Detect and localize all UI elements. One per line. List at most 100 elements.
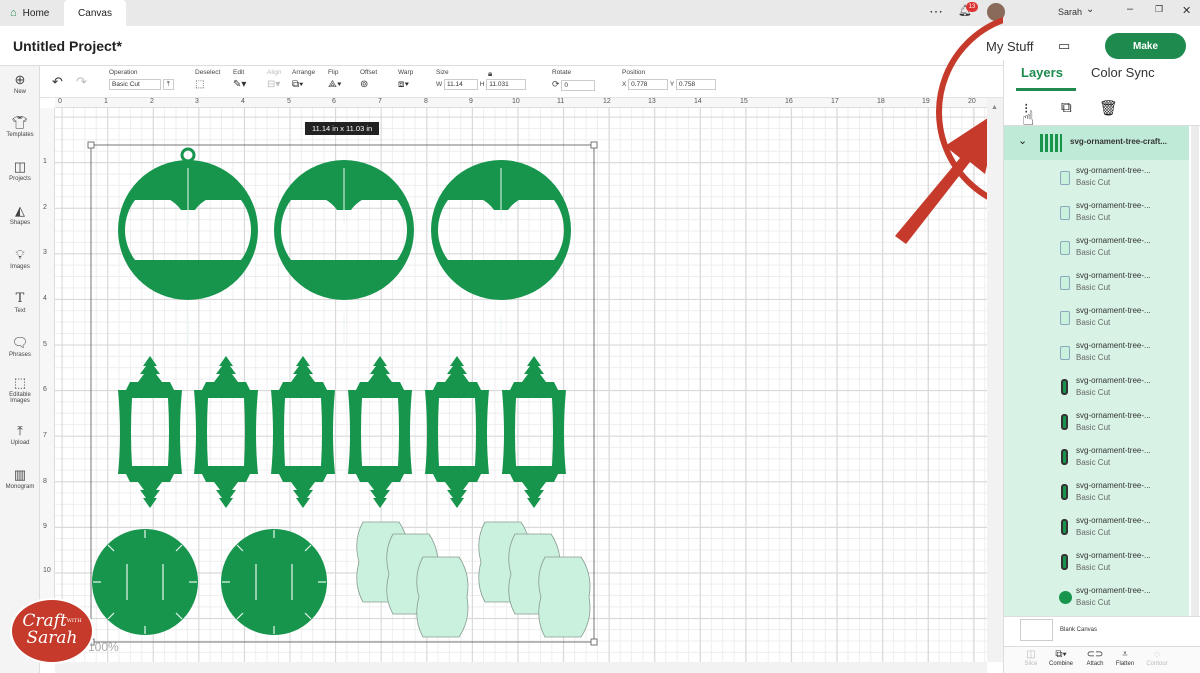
disc-piece[interactable] bbox=[91, 528, 199, 636]
layer-row[interactable]: svg-ornament-tree-... Basic Cut bbox=[1004, 265, 1189, 300]
lantern-swatch-icon[interactable] bbox=[1061, 414, 1068, 430]
card-swatch-icon[interactable] bbox=[1060, 276, 1070, 290]
close-icon[interactable]: ✕ bbox=[1182, 4, 1191, 17]
layer-list: ⌄ svg-ornament-tree-craft... svg-ornamen… bbox=[1004, 126, 1189, 616]
attach-icon: ⊂⊃ bbox=[1086, 649, 1104, 660]
layers-panel: Layers Color Sync ⁝ ☝︎ ⧉ 🗑︎ ⌄ svg-orname… bbox=[1003, 60, 1200, 673]
layer-operation: Basic Cut bbox=[1076, 423, 1111, 432]
ornament-piece[interactable] bbox=[430, 159, 572, 347]
lantern-swatch-icon[interactable] bbox=[1061, 554, 1068, 570]
card-piece[interactable] bbox=[538, 556, 591, 638]
layer-operation: Basic Cut bbox=[1076, 178, 1111, 187]
disc-piece[interactable] bbox=[220, 528, 328, 636]
layer-row[interactable]: svg-ornament-tree-... Basic Cut bbox=[1004, 510, 1189, 545]
slice-icon: ◫ bbox=[1026, 649, 1036, 660]
layer-operation: Basic Cut bbox=[1076, 213, 1111, 222]
ornament-piece[interactable] bbox=[117, 159, 259, 347]
layer-row[interactable]: svg-ornament-tree-... Basic Cut bbox=[1004, 580, 1189, 615]
zoom-level[interactable]: 100% bbox=[88, 640, 119, 654]
layer-name: svg-ornament-tree-... bbox=[1076, 586, 1151, 595]
layer-operation: Basic Cut bbox=[1076, 458, 1111, 467]
combine-button[interactable]: ⧉▾ Combine bbox=[1044, 649, 1078, 667]
bottom-tools: ◫ Slice ⧉▾ Combine ⊂⊃ Attach ⩡ Flatten ◌ Cont… bbox=[1004, 646, 1200, 673]
slice-button[interactable]: ◫ Slice bbox=[1014, 649, 1048, 667]
save-icon[interactable]: ▭ bbox=[1058, 38, 1070, 54]
card-swatch-icon[interactable] bbox=[1060, 206, 1070, 220]
layer-row[interactable]: svg-ornament-tree-... Basic Cut bbox=[1004, 160, 1189, 195]
chevron-down-icon[interactable]: ⌄ bbox=[1086, 4, 1094, 15]
layer-name: svg-ornament-tree-... bbox=[1076, 481, 1151, 490]
user-name[interactable]: Sarah bbox=[1058, 7, 1082, 17]
contour-icon: ◌ bbox=[1154, 649, 1160, 660]
layer-row[interactable]: svg-ornament-tree-... Basic Cut bbox=[1004, 195, 1189, 230]
contour-button[interactable]: ◌ Contour bbox=[1140, 649, 1174, 667]
card-swatch-icon[interactable] bbox=[1060, 311, 1070, 325]
layer-operation: Basic Cut bbox=[1076, 283, 1111, 292]
attach-button[interactable]: ⊂⊃ Attach bbox=[1078, 649, 1112, 667]
annotation-arrow bbox=[895, 110, 1000, 244]
layer-row[interactable]: svg-ornament-tree-... Basic Cut bbox=[1004, 230, 1189, 265]
layer-row[interactable]: svg-ornament-tree-... Basic Cut bbox=[1004, 335, 1189, 370]
vertical-scrollbar[interactable]: ▲ bbox=[987, 98, 1003, 662]
layer-row[interactable]: svg-ornament-tree-... Basic Cut bbox=[1004, 405, 1189, 440]
layer-name: svg-ornament-tree-... bbox=[1076, 411, 1151, 420]
circle-swatch-icon[interactable] bbox=[1059, 591, 1072, 604]
lantern-swatch-icon[interactable] bbox=[1061, 449, 1068, 465]
layer-row[interactable]: svg-ornament-tree-... Basic Cut bbox=[1004, 370, 1189, 405]
blank-canvas-row[interactable]: Blank Canvas bbox=[1004, 616, 1200, 646]
group-thumbnail bbox=[1040, 134, 1062, 152]
layer-name: svg-ornament-tree-... bbox=[1076, 201, 1151, 210]
layer-group-row[interactable]: ⌄ svg-ornament-tree-craft... bbox=[1004, 126, 1189, 160]
trash-icon[interactable]: 🗑︎ bbox=[1099, 99, 1118, 117]
layer-operation: Basic Cut bbox=[1076, 528, 1111, 537]
lantern-swatch-icon[interactable] bbox=[1061, 519, 1068, 535]
blank-canvas-swatch[interactable] bbox=[1020, 619, 1053, 641]
lantern-piece[interactable] bbox=[194, 356, 258, 508]
card-swatch-icon[interactable] bbox=[1060, 346, 1070, 360]
horizontal-scrollbar[interactable] bbox=[55, 662, 987, 673]
combine-icon: ⧉▾ bbox=[1055, 649, 1067, 660]
duplicate-icon[interactable]: ⧉ bbox=[1061, 99, 1072, 116]
layer-name: svg-ornament-tree-... bbox=[1076, 551, 1151, 560]
layer-operation: Basic Cut bbox=[1076, 563, 1111, 572]
make-button[interactable]: Make bbox=[1105, 33, 1186, 59]
flatten-icon: ⩡ bbox=[1122, 649, 1128, 660]
maximize-icon[interactable]: ❐ bbox=[1155, 4, 1163, 15]
craft-with-sarah-logo: CraftWITH Sarah bbox=[10, 598, 94, 664]
lantern-piece[interactable] bbox=[118, 356, 182, 508]
lantern-swatch-icon[interactable] bbox=[1061, 379, 1068, 395]
layer-list-scrollbar[interactable] bbox=[1191, 126, 1199, 616]
lantern-piece[interactable] bbox=[502, 356, 566, 508]
layer-name: svg-ornament-tree-... bbox=[1076, 166, 1151, 175]
layer-operation: Basic Cut bbox=[1076, 598, 1111, 607]
layer-operation: Basic Cut bbox=[1076, 353, 1111, 362]
lantern-piece[interactable] bbox=[348, 356, 412, 508]
layer-name: svg-ornament-tree-... bbox=[1076, 341, 1151, 350]
lantern-swatch-icon[interactable] bbox=[1061, 484, 1068, 500]
layer-row[interactable]: svg-ornament-tree-... Basic Cut bbox=[1004, 545, 1189, 580]
layer-row[interactable]: svg-ornament-tree-... Basic Cut bbox=[1004, 300, 1189, 335]
minimize-icon[interactable]: – bbox=[1127, 3, 1133, 15]
layer-operation: Basic Cut bbox=[1076, 248, 1111, 257]
tab-layers[interactable]: Layers bbox=[1021, 65, 1063, 80]
chevron-down-icon[interactable]: ⌄ bbox=[1018, 134, 1027, 147]
layer-row[interactable]: svg-ornament-tree-... Basic Cut bbox=[1004, 475, 1189, 510]
blank-canvas-label: Blank Canvas bbox=[1060, 627, 1098, 633]
layer-tools: ⁝ ☝︎ ⧉ 🗑︎ bbox=[1004, 92, 1200, 130]
layer-row[interactable]: svg-ornament-tree-... Basic Cut bbox=[1004, 440, 1189, 475]
layer-name: svg-ornament-tree-... bbox=[1076, 376, 1151, 385]
card-piece[interactable] bbox=[416, 556, 469, 638]
active-tab-indicator bbox=[1016, 88, 1076, 91]
card-swatch-icon[interactable] bbox=[1060, 241, 1070, 255]
layer-name: svg-ornament-tree-... bbox=[1076, 236, 1151, 245]
layer-name: svg-ornament-tree-... bbox=[1076, 306, 1151, 315]
layer-operation: Basic Cut bbox=[1076, 318, 1111, 327]
ornament-piece[interactable] bbox=[273, 159, 415, 347]
tab-color-sync[interactable]: Color Sync bbox=[1091, 65, 1155, 80]
flatten-button[interactable]: ⩡ Flatten bbox=[1108, 649, 1142, 667]
canvas-artwork bbox=[87, 16, 1003, 646]
lantern-piece[interactable] bbox=[425, 356, 489, 508]
layer-name: svg-ornament-tree-... bbox=[1076, 446, 1151, 455]
lantern-piece[interactable] bbox=[271, 356, 335, 508]
card-swatch-icon[interactable] bbox=[1060, 171, 1070, 185]
